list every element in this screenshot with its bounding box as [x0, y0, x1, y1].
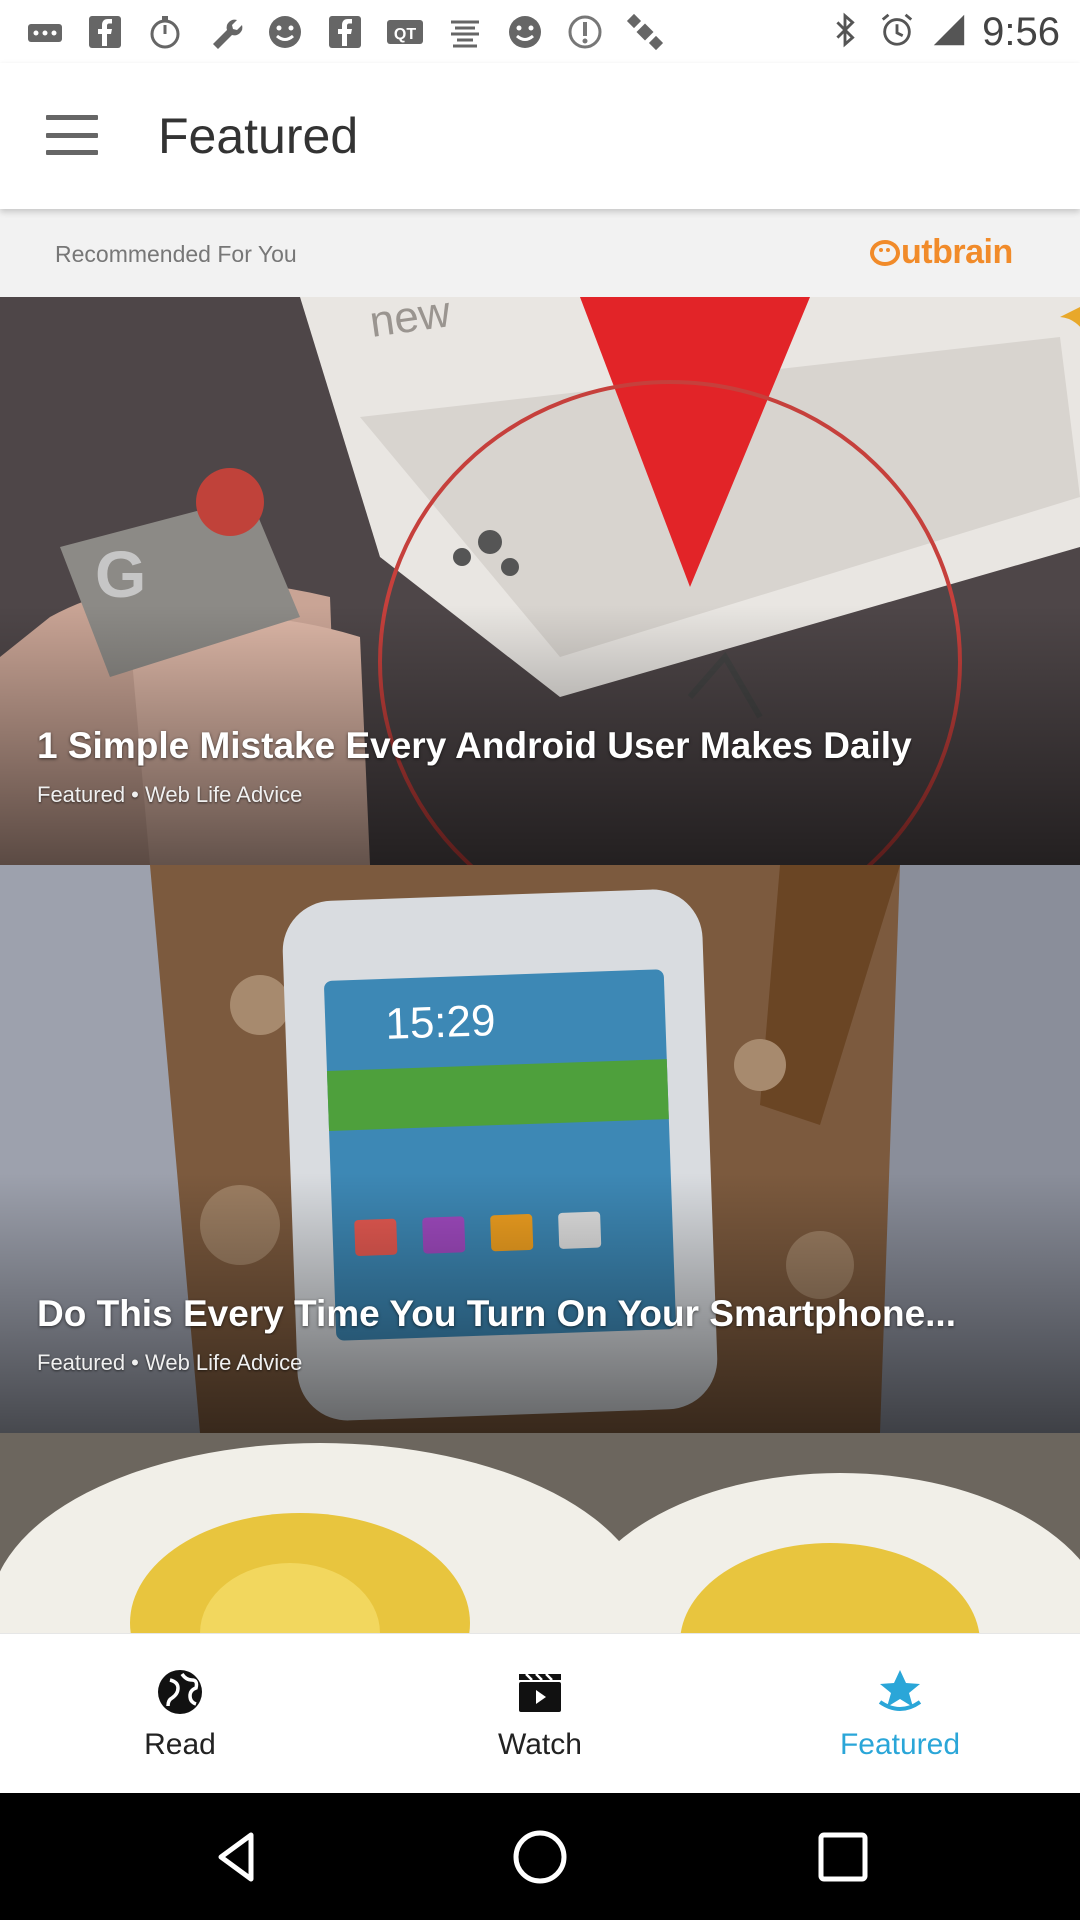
app-toolbar: Featured [0, 63, 1080, 209]
article-card[interactable]: new G 1 Simple Mistake Every Android Use… [0, 297, 1080, 865]
recommendations-header: Recommended For You utbrain [0, 209, 1080, 297]
article-thumbnail [0, 1433, 1080, 1633]
alarm-icon [878, 11, 916, 54]
svg-text:15:29: 15:29 [385, 996, 497, 1049]
smiley-icon [262, 10, 308, 54]
nav-read[interactable]: Read [0, 1634, 360, 1793]
article-card[interactable]: 15:29 Do This Every Time You Turn On You… [0, 865, 1080, 1433]
outbrain-logo-text: utbrain [901, 233, 1013, 271]
article-card[interactable] [0, 1433, 1080, 1633]
outbrain-logo-mark [870, 239, 900, 266]
nav-label: Featured [839, 1727, 961, 1761]
wrench-icon [202, 10, 248, 54]
satellite-icon [622, 10, 668, 54]
notification-icons: QT [22, 10, 668, 54]
globe-icon [154, 1666, 206, 1718]
recommendations-label: Recommended For You [55, 241, 297, 267]
star-icon [874, 1666, 926, 1718]
system-navigation-bar [0, 1793, 1080, 1920]
timer-icon [142, 10, 188, 54]
status-bar: QT 9:56 [0, 0, 1080, 63]
page-title: Featured [158, 108, 359, 164]
recents-icon[interactable] [809, 1823, 877, 1891]
clapperboard-icon [514, 1666, 566, 1718]
article-title[interactable]: Do This Every Time You Turn On Your Smar… [37, 1293, 956, 1335]
article-title[interactable]: 1 Simple Mistake Every Android User Make… [37, 725, 912, 767]
article-meta: Featured • Web Life Advice [37, 1350, 303, 1375]
nav-featured[interactable]: Featured [720, 1634, 1080, 1793]
nav-watch[interactable]: Watch [360, 1634, 720, 1793]
info-icon [562, 10, 608, 54]
svg-text:G: G [95, 537, 146, 611]
more-icon [22, 10, 68, 54]
home-icon[interactable] [506, 1823, 574, 1891]
smiley-icon [502, 10, 548, 54]
system-status-icons: 9:56 [826, 10, 1060, 54]
bottom-navigation: Read Watch Featured [0, 1633, 1080, 1793]
signal-icon [930, 11, 968, 54]
outbrain-logo[interactable]: utbrain [870, 233, 1013, 272]
hamburger-menu-icon[interactable] [46, 115, 98, 155]
status-time: 9:56 [982, 9, 1060, 54]
qt-icon: QT [382, 10, 428, 54]
facebook-icon [82, 10, 128, 54]
facebook-icon [322, 10, 368, 54]
nav-label: Watch [498, 1727, 582, 1761]
svg-text:QT: QT [394, 26, 416, 43]
app-icon [442, 10, 488, 54]
nav-label: Read [144, 1727, 216, 1761]
back-icon[interactable] [203, 1823, 271, 1891]
bluetooth-icon [826, 11, 864, 54]
article-meta: Featured • Web Life Advice [37, 782, 303, 807]
